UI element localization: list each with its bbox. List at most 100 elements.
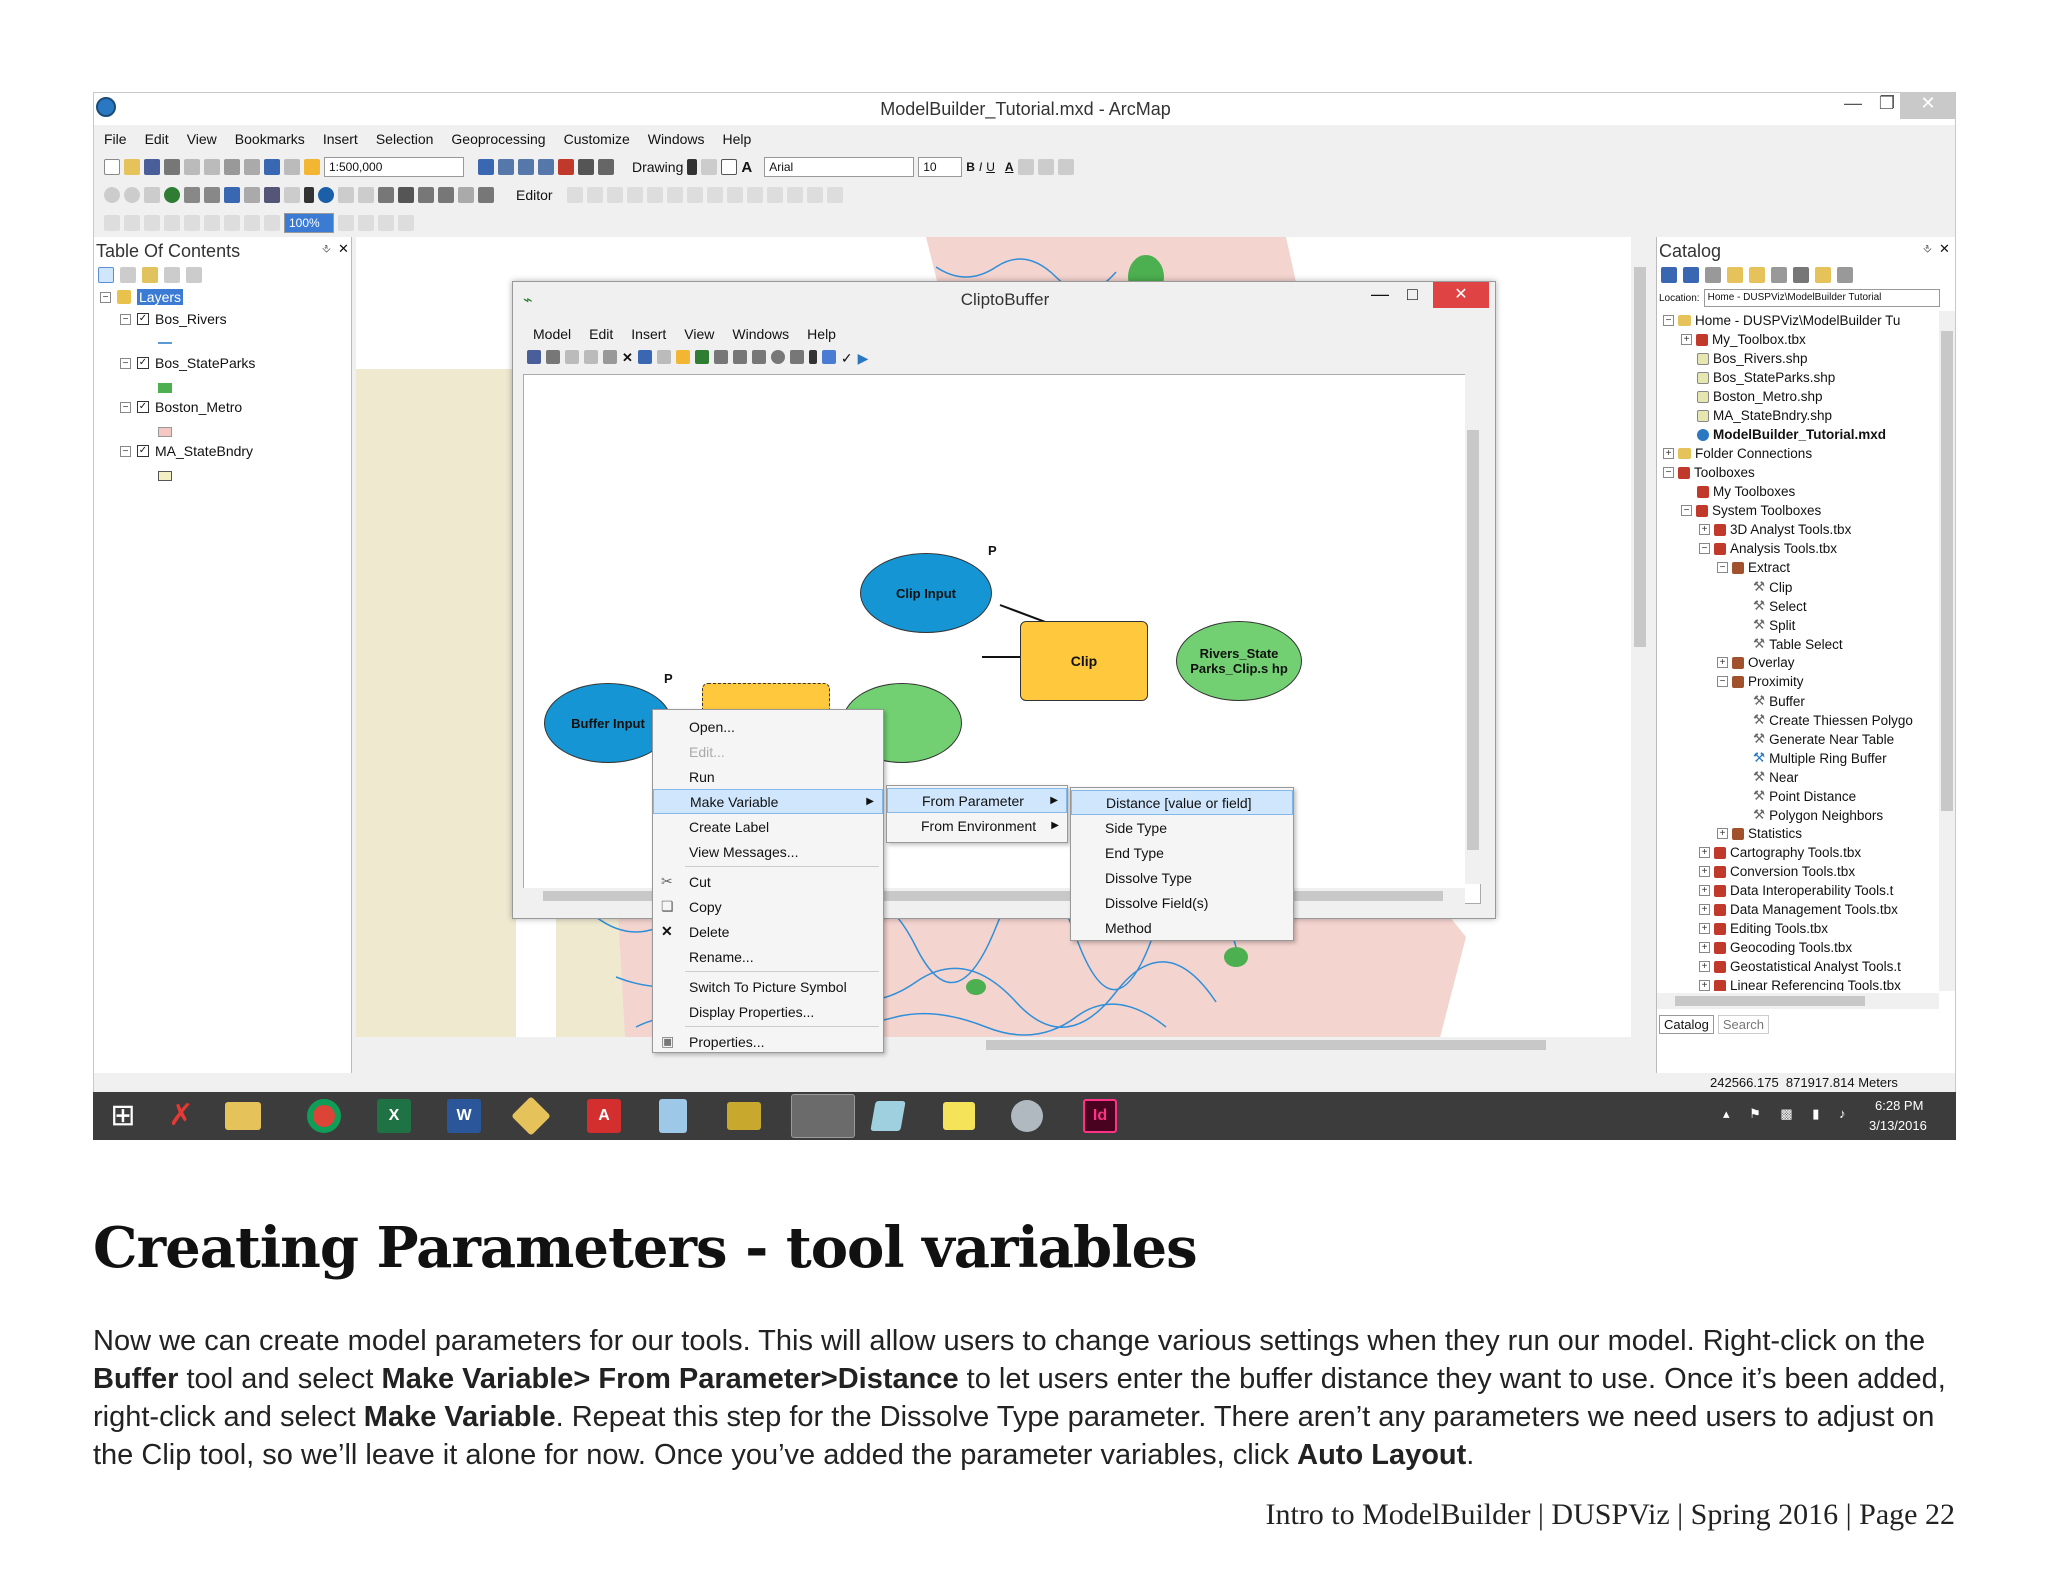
menu-item-properties[interactable]: ▣ Properties... — [653, 1029, 883, 1054]
collapse-icon[interactable]: − — [120, 357, 131, 369]
bold-icon[interactable]: B — [966, 160, 975, 174]
collapse-icon[interactable]: − — [120, 401, 131, 413]
connect-icon[interactable] — [821, 350, 836, 364]
edit-annotation-icon[interactable] — [586, 187, 603, 203]
menu-item-from-parameter[interactable]: From Parameter ▶ — [887, 788, 1067, 813]
clip-tool-node[interactable]: Clip — [1020, 621, 1148, 701]
toc-layer-boston-metro[interactable]: − ✓ Boston_Metro — [120, 399, 242, 415]
expand-icon[interactable]: + — [1717, 828, 1728, 839]
select-features-icon[interactable] — [264, 187, 280, 203]
menu-item-method[interactable]: Method — [1071, 915, 1293, 940]
tree-item-analysis-tools[interactable]: − Analysis Tools.tbx — [1699, 541, 1837, 556]
redo-icon[interactable] — [656, 350, 671, 364]
zoom-whole-page-icon[interactable] — [164, 215, 180, 231]
tree-item-mxd[interactable]: ModelBuilder_Tutorial.mxd — [1697, 427, 1886, 442]
list-by-selection-icon[interactable] — [164, 267, 180, 283]
visibility-checkbox[interactable]: ✓ — [137, 357, 149, 369]
rectangle-icon[interactable] — [721, 159, 738, 175]
tree-item-geostatistical[interactable]: + Geostatistical Analyst Tools.t — [1699, 959, 1901, 974]
tree-item-statistics[interactable]: + Statistics — [1717, 826, 1802, 841]
data-driven-pages-icon[interactable] — [398, 215, 414, 231]
line-color-icon[interactable] — [1037, 159, 1054, 175]
menu-item-open[interactable]: Open... — [653, 714, 883, 739]
disconnect-icon[interactable] — [1771, 267, 1787, 283]
menu-item-rename[interactable]: Rename... — [653, 944, 883, 969]
menu-item-run[interactable]: Run — [653, 764, 883, 789]
tree-item-multiple-ring-buffer[interactable]: ⚒ Multiple Ring Buffer — [1753, 750, 1887, 766]
location-combo[interactable]: Home - DUSPViz\ModelBuilder Tutorial — [1703, 289, 1940, 307]
catalog-close-icon[interactable]: ✕ — [1939, 241, 1950, 257]
tree-item-system-toolboxes[interactable]: − System Toolboxes — [1681, 503, 1821, 518]
tree-item-point-distance[interactable]: ⚒ Point Distance — [1753, 788, 1856, 804]
tree-item-linear-referencing[interactable]: + Linear Referencing Tools.tbx — [1699, 978, 1901, 991]
expand-icon[interactable]: + — [1699, 942, 1710, 953]
scale-combo[interactable]: 1:500,000 — [324, 157, 464, 177]
canvas-vertical-scrollbar[interactable] — [1465, 374, 1481, 884]
fixed-zoom-out-icon[interactable] — [204, 187, 220, 203]
clip-input-node[interactable]: Clip Input — [860, 553, 992, 633]
toc-options-icon[interactable] — [186, 267, 202, 283]
mb-minimize-button[interactable]: — — [1371, 284, 1389, 305]
focus-data-frame-icon[interactable] — [358, 215, 374, 231]
edit-vertices-icon[interactable] — [686, 187, 703, 203]
cut-icon[interactable] — [565, 350, 579, 364]
visibility-checkbox[interactable]: ✓ — [137, 313, 149, 325]
pan-icon[interactable] — [144, 187, 160, 203]
undo-icon[interactable] — [637, 350, 652, 364]
collapse-icon[interactable]: − — [1699, 543, 1710, 554]
expand-icon[interactable]: + — [1717, 657, 1728, 668]
tree-item-data-management[interactable]: + Data Management Tools.tbx — [1699, 902, 1898, 917]
menu-selection[interactable]: Selection — [376, 131, 434, 147]
toggle-draft-mode-icon[interactable] — [338, 215, 354, 231]
editor-menu[interactable]: Editor — [516, 187, 553, 203]
end-point-arc-icon[interactable] — [626, 187, 643, 203]
list-by-drawing-order-icon[interactable] — [98, 267, 114, 283]
taskbar-app-diamond-icon[interactable] — [511, 1096, 551, 1136]
expand-icon[interactable]: + — [1699, 524, 1710, 535]
tree-item-proximity[interactable]: − Proximity — [1717, 674, 1804, 689]
sticky-notes-icon[interactable] — [943, 1102, 975, 1130]
italic-icon[interactable]: I — [979, 160, 982, 174]
find-route-icon[interactable] — [418, 187, 434, 203]
back-icon[interactable] — [1661, 267, 1677, 283]
clock-time[interactable]: 6:28 PM — [1875, 1098, 1923, 1113]
back-icon[interactable] — [224, 187, 240, 203]
viewer-window-icon[interactable] — [478, 187, 494, 203]
toc-close-icon[interactable]: ✕ — [338, 241, 349, 257]
font-name-combo[interactable]: Arial — [764, 157, 915, 177]
paste-icon[interactable] — [224, 159, 240, 175]
acrobat-icon[interactable]: A — [587, 1099, 621, 1133]
save-icon[interactable] — [527, 350, 541, 364]
collapse-icon[interactable]: − — [1663, 467, 1674, 478]
select-icon[interactable] — [808, 350, 817, 364]
collapse-icon[interactable]: − — [1663, 315, 1674, 326]
tree-item-my-toolboxes[interactable]: My Toolboxes — [1697, 484, 1795, 499]
zoom-in-icon[interactable] — [770, 350, 785, 364]
home-icon[interactable] — [1727, 267, 1743, 283]
expand-icon[interactable]: + — [1699, 885, 1710, 896]
select-element-icon[interactable] — [304, 187, 314, 203]
python-icon[interactable] — [578, 159, 594, 175]
views-icon[interactable] — [1793, 267, 1809, 283]
run-icon[interactable]: ▶ — [858, 350, 869, 367]
straight-segment-icon[interactable] — [606, 187, 623, 203]
arccatalog-icon[interactable] — [727, 1102, 761, 1130]
create-features-icon[interactable] — [826, 187, 843, 203]
scroll-thumb[interactable] — [1941, 331, 1953, 811]
expand-icon[interactable]: + — [1699, 904, 1710, 915]
layout-back-icon[interactable] — [244, 215, 260, 231]
split-icon[interactable] — [746, 187, 763, 203]
catalog-horizontal-scrollbar[interactable] — [1657, 993, 1939, 1009]
tree-item-clip[interactable]: ⚒ Clip — [1753, 579, 1792, 595]
menu-file[interactable]: File — [104, 131, 127, 147]
copy-icon[interactable] — [204, 159, 220, 175]
validate-icon[interactable]: ✓ — [841, 350, 853, 367]
tree-item-generate-near-table[interactable]: ⚒ Generate Near Table — [1753, 731, 1894, 747]
change-layout-icon[interactable] — [378, 215, 394, 231]
underline-icon[interactable]: U — [986, 160, 995, 174]
tree-item-conversion[interactable]: + Conversion Tools.tbx — [1699, 864, 1855, 879]
expand-icon[interactable]: + — [1699, 866, 1710, 877]
taskbar-app-tablet-icon[interactable] — [870, 1101, 906, 1131]
print-icon[interactable] — [546, 350, 560, 364]
clock-date[interactable]: 3/13/2016 — [1869, 1118, 1927, 1133]
